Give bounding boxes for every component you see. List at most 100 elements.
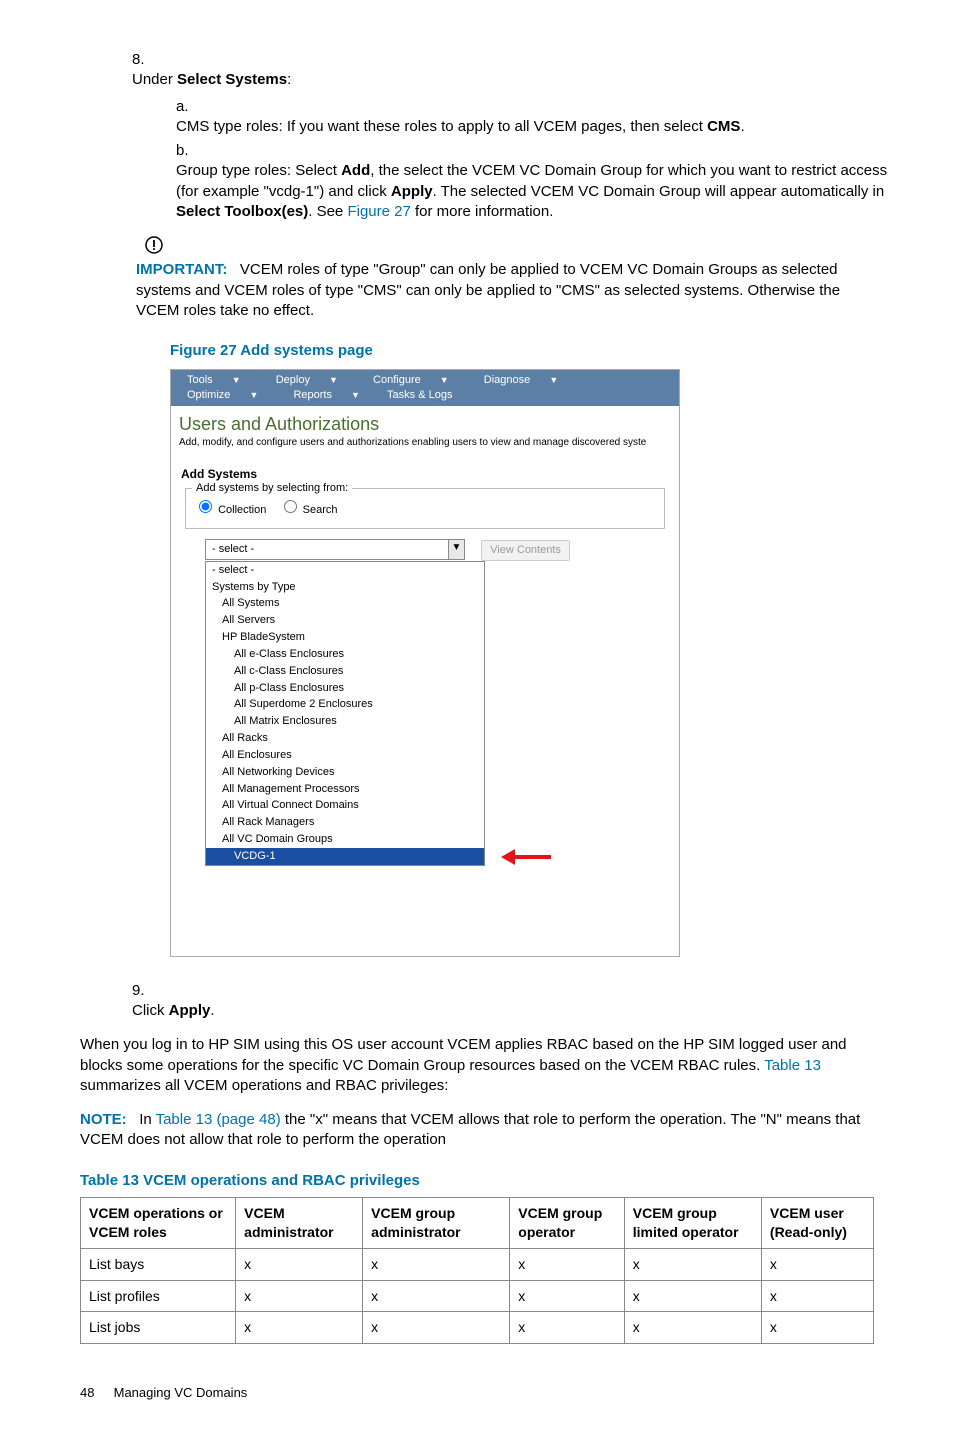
list-item[interactable]: All Enclosures [206,747,484,764]
table-caption: Table 13 VCEM operations and RBAC privil… [80,1171,874,1191]
text: Click [132,1002,169,1019]
table-cell: x [510,1248,624,1280]
important-text: IMPORTANT: VCEM roles of type "Group" ca… [136,260,856,321]
chevron-down-icon[interactable]: ▼ [448,540,464,559]
table-header: VCEM user (Read-only) [761,1197,873,1248]
list-item[interactable]: All Servers [206,612,484,629]
table-cell: x [624,1248,761,1280]
menu-reports[interactable]: Reports ▼ [277,388,376,403]
page-footer: 48 Managing VC Domains [80,1384,874,1402]
list-item[interactable]: All c-Class Enclosures [206,663,484,680]
footer-title: Managing VC Domains [114,1385,248,1400]
text: In [139,1111,155,1128]
step-8b-text: Group type roles: Select Add, the select… [176,161,896,222]
list-item[interactable]: All e-Class Enclosures [206,646,484,663]
text: When you log in to HP SIM using this OS … [80,1036,847,1073]
collection-select[interactable]: - select - ▼ [205,539,465,560]
step-9-number: 9. [132,981,164,1001]
list-item[interactable]: All Racks [206,730,484,747]
table-13-page-link[interactable]: Table 13 (page 48) [156,1111,281,1128]
select-from-fieldset: Add systems by selecting from: Collectio… [185,488,665,529]
table-row: List jobsxxxxx [81,1312,874,1344]
list-item[interactable]: All Superdome 2 Enclosures [206,696,484,713]
table-row: List baysxxxxx [81,1248,874,1280]
table-header: VCEM operations or VCEM roles [81,1197,236,1248]
list-item[interactable]: All VC Domain Groups [206,831,484,848]
table-header: VCEM administrator [236,1197,363,1248]
text-bold: Add [341,162,370,179]
menu-tools[interactable]: Tools ▼ [171,373,257,388]
list-item[interactable]: All Virtual Connect Domains [206,797,484,814]
menu-tasks-logs[interactable]: Tasks & Logs [379,388,460,403]
table-cell: x [236,1280,363,1312]
list-item[interactable]: All Matrix Enclosures [206,713,484,730]
important-note: IMPORTANT: VCEM roles of type "Group" ca… [136,236,874,321]
list-item[interactable]: All Systems [206,595,484,612]
text: CMS type roles: If you want these roles … [176,118,707,135]
note: NOTE: In Table 13 (page 48) the "x" mean… [80,1110,874,1151]
table-cell: x [761,1312,873,1344]
menu-diagnose[interactable]: Diagnose ▼ [468,373,574,388]
red-arrow-annotation [501,846,551,874]
text: Group type roles: Select [176,162,341,179]
table-header: VCEM group operator [510,1197,624,1248]
select-value: - select - [212,543,254,555]
text: . [210,1002,214,1019]
text: Under [132,71,177,88]
list-item[interactable]: All Networking Devices [206,764,484,781]
important-label: IMPORTANT: [136,261,227,278]
list-item[interactable]: HP BladeSystem [206,629,484,646]
table-cell: x [236,1248,363,1280]
text: : [287,71,291,88]
step-8: 8. Under Select Systems: [132,50,874,91]
text-bold: Apply [391,183,433,200]
menu-optimize[interactable]: Optimize ▼ [171,388,274,403]
figure-27-link[interactable]: Figure 27 [347,203,410,220]
table-cell: x [624,1280,761,1312]
table-header: VCEM group administrator [363,1197,510,1248]
page-number: 48 [80,1384,110,1402]
menu-deploy[interactable]: Deploy ▼ [260,373,354,388]
table-cell: x [236,1312,363,1344]
list-item[interactable]: All Rack Managers [206,814,484,831]
menu-configure[interactable]: Configure ▼ [357,373,465,388]
radio-collection-input[interactable] [199,500,212,513]
table-cell: x [624,1312,761,1344]
table-cell: x [363,1312,510,1344]
step-8a-text: CMS type roles: If you want these roles … [176,117,896,137]
collection-listbox[interactable]: - select -Systems by TypeAll SystemsAll … [205,561,485,866]
step-9: 9. Click Apply. [132,981,874,1022]
radio-search[interactable]: Search [279,504,338,516]
radio-search-input[interactable] [284,500,297,513]
text-bold: Select Toolbox(es) [176,203,308,220]
select-row: - select - ▼ View Contents [205,539,665,561]
list-item[interactable]: VCDG-1 [206,848,484,865]
table-cell: List profiles [81,1280,236,1312]
figure-caption: Figure 27 Add systems page [170,341,874,361]
list-item[interactable]: All p-Class Enclosures [206,680,484,697]
text-bold: CMS [707,118,740,135]
table-13-link[interactable]: Table 13 [764,1057,821,1074]
list-item[interactable]: Systems by Type [206,579,484,596]
table-cell: x [363,1248,510,1280]
sub-letter: a. [176,97,202,117]
text: VCEM roles of type "Group" can only be a… [136,261,840,319]
radio-label: Search [303,504,338,516]
table-cell: x [761,1280,873,1312]
table-cell: x [510,1312,624,1344]
radio-collection[interactable]: Collection [194,504,266,516]
text: for more information. [411,203,554,220]
radio-label: Collection [218,504,266,516]
list-item[interactable]: - select - [206,562,484,579]
step-8a: a. CMS type roles: If you want these rol… [176,97,874,138]
text: summarizes all VCEM operations and RBAC … [80,1077,448,1094]
text: . See [308,203,347,220]
text: . The selected VCEM VC Domain Group will… [433,183,885,200]
list-item[interactable]: All Management Processors [206,781,484,798]
text-bold: Apply [169,1002,211,1019]
table-cell: x [510,1280,624,1312]
table-cell: List bays [81,1248,236,1280]
figure-27-screenshot: Tools ▼ Deploy ▼ Configure ▼ Diagnose ▼ … [170,369,680,957]
view-contents-button[interactable]: View Contents [481,540,570,561]
menubar: Tools ▼ Deploy ▼ Configure ▼ Diagnose ▼ … [171,370,679,406]
